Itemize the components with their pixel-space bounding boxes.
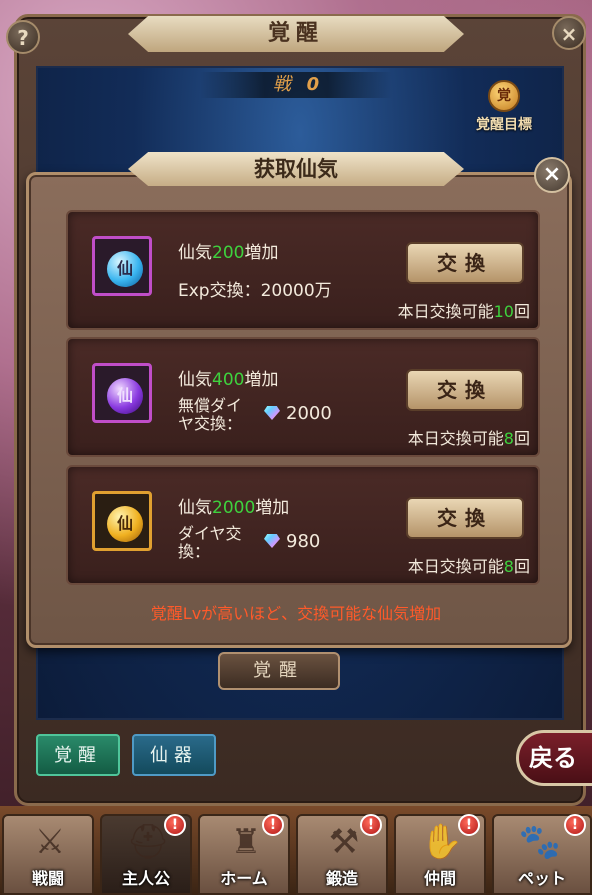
orb-icon: 仙 [107,506,143,542]
hammer-icon: ⚒ [328,822,360,862]
nav-companions[interactable]: ✋ 仲間 ! [394,814,486,895]
dialog-title: 获取仙気 [128,152,464,186]
gain-prefix: 仙気 [178,370,212,390]
gain-amount: 400 [212,370,245,390]
nav-label: 主人公 [121,869,170,888]
daily-limit: 本日交換可能10回 [398,298,530,322]
alert-badge: ! [262,814,284,836]
gain-suffix: 増加 [255,498,290,518]
gain-prefix: 仙気 [178,243,212,263]
daily-limit: 本日交換可能8回 [408,425,530,449]
exchange-row: 仙 仙気400増加 無償ダイ ヤ交換： 2000 交換 本日交換可能8回 [66,337,540,457]
limit-suffix: 回 [513,429,530,448]
cost-amount: 2000 [286,403,332,424]
alert-badge: ! [164,814,186,836]
cost-value: 2000 [264,403,332,424]
gain-suffix: 増加 [244,243,279,263]
orb-icon: 仙 [107,378,143,414]
daily-limit: 本日交換可能8回 [408,553,530,577]
nav-label: 鍛造 [325,869,358,888]
cost-text: Exp交換：20000万 [178,281,332,301]
gain-prefix: 仙気 [178,498,212,518]
dialog-close-icon[interactable]: × [534,157,570,193]
battle-power: 戦 0 [200,72,392,98]
tab-awakening[interactable]: 覚醒 [36,734,120,776]
nav-home[interactable]: ♜ ホーム ! [198,814,290,895]
alert-badge: ! [360,814,382,836]
goal-label: 覚醒目標 [476,117,532,133]
gain-text: 仙気200増加 [178,238,278,263]
limit-count: 10 [493,302,514,321]
question-icon[interactable]: ? [6,20,40,54]
tab-immortal-gear[interactable]: 仙器 [132,734,216,776]
free-diamond-icon [264,406,280,420]
castle-icon: ♜ [230,822,262,862]
nav-label: ペット [517,869,566,888]
exchange-button[interactable]: 交換 [406,497,524,539]
sword-icon: ⚔ [34,822,66,862]
cost-label: 無償ダイ ヤ交換： [178,397,242,433]
alert-badge: ! [458,814,480,836]
exchange-row: 仙 仙気2000増加 ダイヤ交 換： 980 交換 本日交換可能8回 [66,465,540,585]
exchange-row: 仙 仙気200増加 Exp交換：20000万 交換 本日交換可能10回 [66,210,540,330]
battle-value: 0 [306,74,320,95]
nav-hero[interactable]: ⛑ 主人公 ! [100,814,192,895]
limit-prefix: 本日交換可能 [407,557,504,576]
helmet-icon: ⛑ [126,822,170,862]
gain-suffix: 増加 [244,370,279,390]
limit-suffix: 回 [513,302,530,321]
alert-badge: ! [564,814,586,836]
battle-label: 戦 [272,74,291,95]
gain-text: 仙気400増加 [178,365,278,390]
nav-label: 仲間 [423,869,456,888]
goal-emblem-icon: 覚 [488,80,520,112]
nav-forge[interactable]: ⚒ 鍛造 ! [296,814,388,895]
gain-text: 仙気2000増加 [178,493,289,518]
limit-count: 8 [503,557,514,576]
cost-line2: ヤ交換： [178,414,243,433]
orb-icon: 仙 [107,251,143,287]
awakening-goal-button[interactable]: 覚 覚醒目標 [464,80,544,142]
handshake-icon: ✋ [420,822,464,862]
note-text: 覚醒Lvが高いほど、交換可能な仙気増加 [150,604,442,623]
back-button[interactable]: 戻る [516,730,592,786]
gain-amount: 200 [212,243,245,263]
cost-label: ダイヤ交 換： [178,525,242,561]
cost-amount: 980 [286,531,321,552]
energy-item-icon: 仙 [92,236,152,296]
nav-battle[interactable]: ⚔ 戦闘 [2,814,94,895]
nav-label: ホーム [220,869,268,888]
limit-suffix: 回 [513,557,530,576]
exchange-button[interactable]: 交換 [406,369,524,411]
pet-icon: 🐾 [518,822,562,862]
cost-value: 980 [264,531,320,552]
panel-title: 覚醒 [128,16,464,52]
energy-item-icon: 仙 [92,491,152,551]
cost-line1: ダイヤ交 [178,524,242,543]
limit-prefix: 本日交換可能 [407,429,504,448]
nav-pet[interactable]: 🐾 ペット ! [492,814,592,895]
nav-label: 戦闘 [31,869,64,888]
awaken-button[interactable]: 覚醒 [218,652,340,690]
diamond-icon [264,534,280,548]
limit-count: 8 [503,429,514,448]
cost-line1: 無償ダイ [178,396,243,415]
exchange-button[interactable]: 交換 [406,242,524,284]
close-icon[interactable]: × [552,16,586,50]
limit-prefix: 本日交換可能 [397,302,494,321]
cost-line2: 換： [178,542,211,561]
energy-item-icon: 仙 [92,363,152,423]
gain-amount: 2000 [212,498,256,518]
